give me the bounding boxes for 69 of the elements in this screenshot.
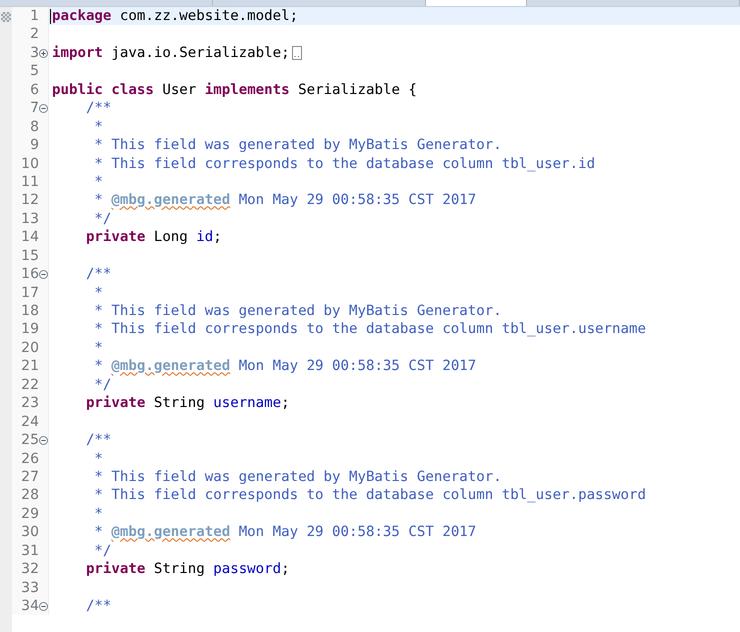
line-number: 9 — [29, 136, 39, 154]
code-line: * — [93, 450, 103, 468]
code-line: * @mbg.generated Mon May 29 00:58:35 CST 2017 — [93, 357, 476, 376]
code-line: */ — [93, 376, 112, 394]
ruler-marker-icon — [1, 12, 11, 22]
code-line: * — [93, 504, 103, 524]
folded-code-icon[interactable] — [292, 46, 302, 60]
line-number: 1 — [29, 7, 39, 26]
line-number: 2 — [29, 25, 39, 44]
fold-minus-icon[interactable] — [39, 104, 48, 113]
line-number: 26 — [20, 450, 39, 468]
fold-plus-icon[interactable] — [39, 48, 48, 58]
line-number: 7 — [29, 99, 39, 118]
code-line: package com.zz.website.model; — [52, 7, 298, 26]
line-number: 10 — [20, 154, 39, 173]
line-number: 20 — [20, 338, 39, 358]
line-number: 11 — [20, 172, 39, 192]
line-number: 25 — [20, 431, 39, 450]
code-line: * This field corresponds to the database column tbl_user.password — [93, 486, 646, 505]
fold-minus-icon[interactable] — [39, 436, 48, 445]
line-number: 13 — [20, 210, 39, 228]
line-number: 15 — [20, 246, 39, 266]
line-number: 19 — [20, 320, 39, 339]
fold-minus-icon[interactable] — [39, 602, 48, 611]
line-number: 24 — [20, 412, 39, 432]
line-number: 23 — [20, 394, 39, 413]
code-line: * @mbg.generated Mon May 29 00:58:35 CST 2017 — [93, 191, 476, 210]
code-line: * This field was generated by MyBatis Generator. — [93, 302, 502, 320]
code-line: * — [93, 172, 103, 192]
line-number: 31 — [20, 542, 39, 560]
code-line: */ — [93, 542, 112, 560]
code-line: * This field was generated by MyBatis Generator. — [93, 136, 502, 155]
line-number: 34 — [20, 597, 39, 616]
code-line: private Long id; — [84, 228, 222, 247]
code-line: /** — [84, 99, 112, 118]
line-number: 21 — [20, 357, 39, 376]
code-line: /** — [84, 597, 112, 616]
line-number: 28 — [20, 486, 39, 505]
code-line: /** — [84, 431, 112, 450]
code-line: * — [93, 118, 103, 136]
line-number: 6 — [29, 80, 39, 100]
line-number: 8 — [29, 118, 39, 136]
code-line: * This field was generated by MyBatis Generator. — [93, 468, 502, 486]
line-number: 33 — [20, 578, 39, 597]
code-line: import java.io.Serializable; — [52, 44, 290, 62]
line-number: 29 — [20, 504, 39, 524]
code-line: * @mbg.generated Mon May 29 00:58:35 CST 2017 — [93, 523, 476, 542]
code-line: * — [93, 338, 103, 358]
line-number: 30 — [20, 523, 39, 542]
line-number: 14 — [20, 228, 39, 247]
code-line: * — [93, 284, 103, 302]
code-line: * This field corresponds to the database column tbl_user.id — [93, 154, 596, 173]
line-number: 22 — [20, 376, 39, 394]
line-number: 32 — [20, 560, 39, 579]
code-line: /** — [84, 265, 112, 284]
line-number: 5 — [29, 62, 39, 81]
code-line: * This field corresponds to the database column tbl_user.username — [93, 320, 646, 339]
code-line: */ — [93, 210, 112, 228]
fold-minus-icon[interactable] — [39, 270, 48, 279]
line-number: 16 — [20, 265, 39, 284]
line-number: 18 — [20, 302, 39, 320]
line-number: 27 — [20, 468, 39, 486]
code-line: private String username; — [84, 394, 290, 413]
line-number: 12 — [20, 191, 39, 210]
text-caret — [50, 9, 51, 24]
line-number: 3 — [29, 44, 39, 62]
code-line: public class User implements Serializable { — [52, 80, 417, 100]
line-number: 17 — [20, 284, 39, 302]
code-line: private String password; — [84, 560, 290, 579]
